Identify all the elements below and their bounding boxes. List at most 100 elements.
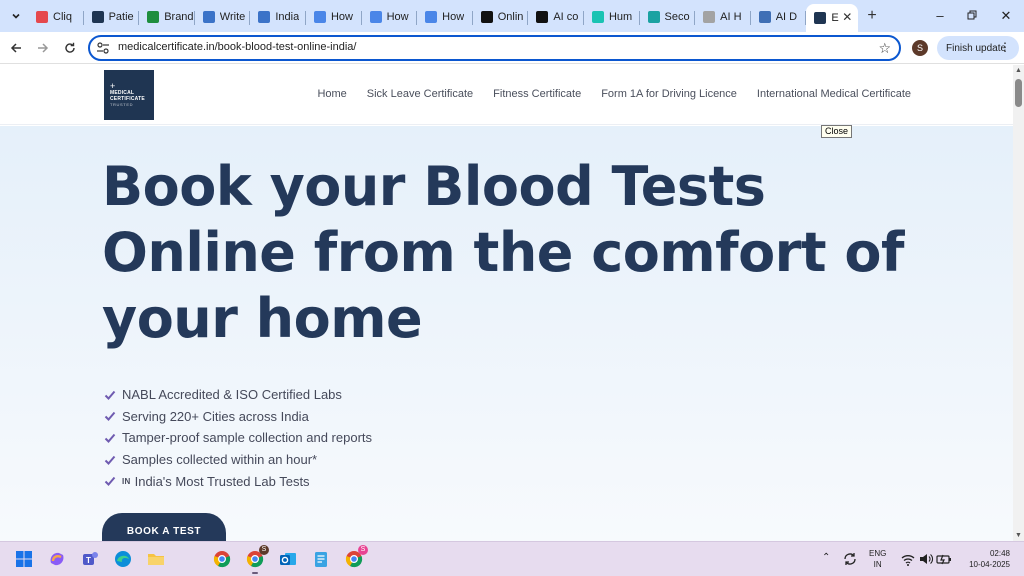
feature-text: Samples collected within an hour*	[122, 452, 318, 468]
browser-tab[interactable]: Patie	[84, 4, 140, 30]
speaker-icon[interactable]	[918, 551, 934, 567]
tab-label: Brand	[164, 11, 194, 23]
new-tab-button[interactable]: +	[862, 6, 882, 26]
browser-tab[interactable]: Hum	[584, 4, 640, 30]
bookmark-star-icon[interactable]: ☆	[878, 40, 891, 57]
tab-label: Hum	[608, 11, 633, 23]
outlook-icon[interactable]	[278, 549, 298, 569]
forward-button[interactable]	[33, 38, 53, 58]
wifi-icon[interactable]	[900, 551, 916, 567]
feature-list: NABL Accredited & ISO Certified Labs Serv…	[104, 384, 372, 492]
nav-form-1a[interactable]: Form 1A for Driving Licence	[601, 88, 737, 100]
browser-tab[interactable]: Write	[195, 4, 251, 30]
scroll-up-icon[interactable]: ▲	[1015, 67, 1022, 74]
browser-tab[interactable]: How	[362, 4, 418, 30]
clock-time: 02:48	[989, 549, 1010, 558]
chevron-up-icon[interactable]: ⌃	[822, 552, 830, 563]
chrome-profile-badge-2: S	[358, 545, 368, 555]
tab-label: Patie	[108, 11, 134, 23]
arrow-right-icon	[38, 43, 49, 53]
more-options-icon[interactable]: ⋮	[999, 40, 1011, 54]
tab-search-button[interactable]	[6, 6, 26, 26]
close-tab-icon[interactable]: ✕	[842, 10, 852, 24]
browser-tab[interactable]: How	[417, 4, 473, 30]
edge-icon[interactable]	[113, 549, 133, 569]
hero-section: Book your Blood Tests Online from the co…	[0, 126, 1013, 541]
profile-avatar[interactable]: S	[912, 40, 928, 56]
browser-tab-strip: Cliq Patie Brand Write India How How How Onlin AI…	[0, 0, 1024, 32]
checkmark-icon	[104, 455, 116, 465]
back-button[interactable]	[6, 38, 26, 58]
tab-favicon-icon	[369, 11, 382, 23]
tab-favicon-icon	[758, 11, 771, 23]
checkmark-icon	[104, 433, 116, 443]
nav-international-medical-certificate[interactable]: International Medical Certificate	[757, 88, 911, 100]
url-text[interactable]: medicalcertificate.in/book-blood-test-on…	[118, 41, 356, 53]
chrome-icon-1[interactable]	[212, 549, 232, 569]
clock-date: 10-04-2025	[969, 560, 1010, 569]
site-header: + MEDICAL CERTIFICATE TRUSTED Home Sick …	[0, 65, 1013, 125]
nav-fitness-certificate[interactable]: Fitness Certificate	[493, 88, 581, 100]
tab-label: AI D	[775, 11, 798, 23]
file-explorer-icon[interactable]	[146, 549, 166, 569]
minimize-button[interactable]: –	[930, 6, 950, 26]
feature-text: Serving 220+ Cities across India	[122, 408, 309, 424]
teams-icon[interactable]: T	[80, 549, 100, 569]
nav-sick-leave-certificate[interactable]: Sick Leave Certificate	[367, 88, 473, 100]
restore-button[interactable]	[962, 6, 982, 26]
system-clock[interactable]: 02:48 10-04-2025	[962, 548, 1010, 570]
tab-favicon-icon	[258, 11, 271, 23]
browser-tab[interactable]: Cliq	[28, 4, 84, 30]
tab-active[interactable]: E ✕	[806, 4, 859, 32]
tab-favicon-icon	[703, 11, 716, 23]
tab-favicon-icon	[36, 11, 48, 23]
tab-label: AI H	[720, 11, 742, 23]
nav-home[interactable]: Home	[317, 88, 346, 100]
feature-item: IN India's Most Trusted Lab Tests	[104, 470, 372, 492]
finish-update-label: Finish update	[946, 42, 1007, 54]
chrome-icon-2[interactable]: S	[245, 545, 269, 574]
tab-favicon-icon	[91, 11, 104, 23]
browser-tab[interactable]: Onlin	[473, 4, 529, 30]
chrome-icon-3[interactable]: S	[344, 545, 368, 569]
scroll-thumb[interactable]	[1015, 79, 1022, 107]
scroll-down-icon[interactable]: ▼	[1015, 532, 1022, 539]
feature-item: Tamper-proof sample collection and repor…	[104, 427, 372, 449]
feature-text: NABL Accredited & ISO Certified Labs	[122, 387, 342, 403]
address-bar[interactable]: medicalcertificate.in/book-blood-test-on…	[88, 35, 901, 61]
browser-tab[interactable]: Brand	[139, 4, 195, 30]
close-window-button[interactable]: ✕	[996, 6, 1016, 26]
copilot-icon[interactable]	[47, 549, 67, 569]
checkmark-icon	[104, 390, 116, 400]
logo-plus: +	[110, 81, 116, 91]
page-scrollbar[interactable]: ▲ ▼	[1013, 65, 1024, 541]
browser-tab[interactable]: India	[250, 4, 306, 30]
tab-favicon-icon	[425, 11, 438, 23]
language-indicator[interactable]: ENG IN	[869, 548, 886, 570]
tab-favicon-icon	[202, 11, 215, 23]
notepad-icon[interactable]	[311, 549, 331, 569]
browser-tab[interactable]: AI co	[528, 4, 584, 30]
reload-icon	[65, 42, 75, 53]
sync-icon[interactable]	[842, 551, 858, 567]
site-info-icon[interactable]	[96, 41, 110, 55]
battery-icon[interactable]	[936, 551, 952, 567]
site-logo[interactable]: + MEDICAL CERTIFICATE TRUSTED	[104, 70, 154, 120]
tab-label: How	[330, 11, 353, 23]
reload-button[interactable]	[60, 38, 80, 58]
tab-list: Cliq Patie Brand Write India How How How Onlin AI…	[28, 4, 859, 32]
windows-start-icon[interactable]	[14, 549, 34, 569]
browser-tab[interactable]: Seco	[640, 4, 696, 30]
browser-tab[interactable]: AI H	[695, 4, 751, 30]
tab-favicon-icon	[591, 11, 604, 23]
finish-update-button[interactable]: Finish update ⋮	[937, 36, 1019, 60]
country-flag-code: IN	[122, 476, 131, 486]
language-code: ENG	[869, 549, 887, 558]
logo-text-3: TRUSTED	[110, 102, 134, 107]
browser-tab[interactable]: How	[306, 4, 362, 30]
region-code: IN	[873, 560, 882, 569]
book-a-test-button[interactable]: BOOK A TEST	[102, 513, 226, 541]
feature-text: India's Most Trusted Lab Tests	[134, 473, 310, 489]
browser-tab[interactable]: AI D	[751, 4, 807, 30]
tab-favicon-icon	[536, 11, 549, 23]
